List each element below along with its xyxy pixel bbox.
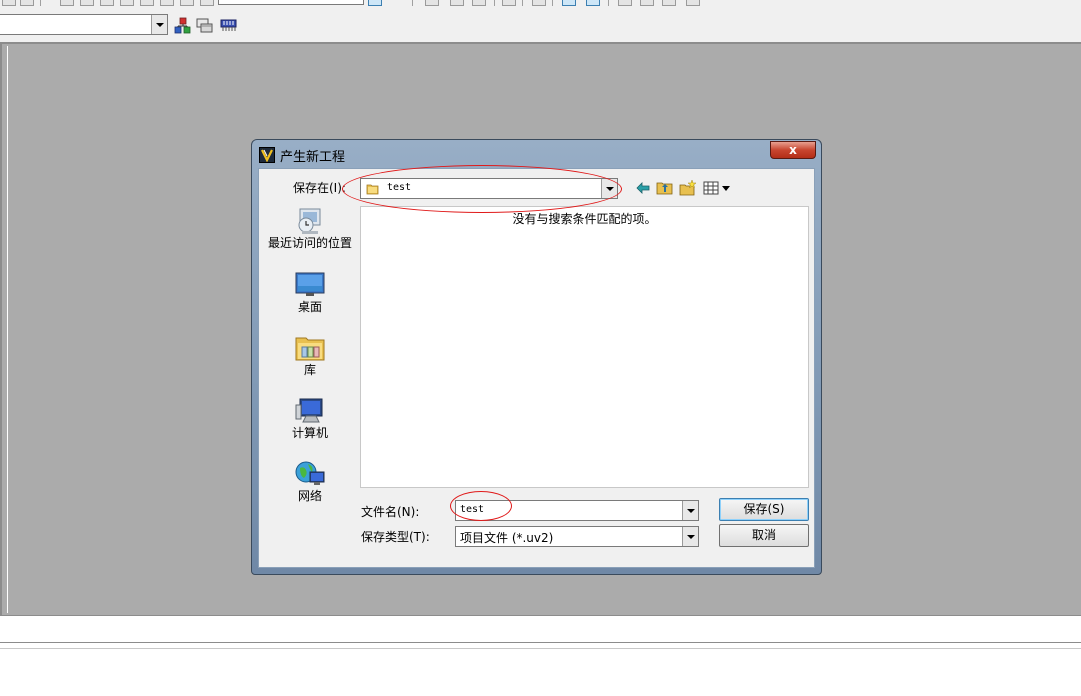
toolbar-button[interactable] (2, 0, 16, 6)
file-name-field[interactable]: test (455, 500, 699, 521)
uvision-app-icon (259, 147, 275, 163)
desktop-icon (294, 271, 326, 299)
save-in-value: test (387, 182, 412, 193)
dialog-title: 产生新工程 (280, 150, 346, 165)
chevron-down-icon (605, 186, 614, 191)
toolbar-button[interactable] (140, 0, 154, 6)
toolbar-button[interactable] (80, 0, 94, 6)
dropdown-button[interactable] (151, 15, 167, 34)
places-bar: 最近访问的位置 桌面 库 计算机 网络 (267, 205, 353, 502)
network-icon (294, 460, 326, 488)
dialog-body: 保存在(I): test 最近访问的位置 桌面 库 计算机 网络 没有与搜索条件… (258, 168, 815, 568)
close-icon: x (789, 143, 797, 157)
dialog-title-bar[interactable]: 产生新工程 x (252, 140, 821, 168)
save-type-value: 项目文件 (*.uv2) (460, 531, 554, 545)
folder-icon (366, 182, 379, 195)
toolbar-button[interactable] (160, 0, 174, 6)
toolbar-separator (40, 0, 41, 6)
toolbar-button[interactable] (686, 0, 700, 6)
save-type-label: 保存类型(T): (361, 530, 430, 544)
dropdown-button[interactable] (601, 179, 617, 198)
place-libraries[interactable]: 库 (267, 334, 353, 376)
chevron-down-icon (686, 534, 695, 539)
file-name-label: 文件名(N): (361, 505, 420, 519)
toolbar-button[interactable] (640, 0, 654, 6)
save-type-select[interactable]: 项目文件 (*.uv2) (455, 526, 699, 547)
toolbar-button[interactable] (532, 0, 546, 6)
toolbar-separator (494, 0, 495, 6)
target-select[interactable] (0, 14, 168, 35)
file-list[interactable]: 没有与搜索条件匹配的项。 (360, 206, 809, 488)
recent-places-icon (294, 207, 326, 235)
place-label: 计算机 (291, 426, 328, 440)
toolbar-button[interactable] (60, 0, 74, 6)
toolbar-button[interactable] (450, 0, 464, 6)
place-label: 桌面 (297, 300, 322, 314)
file-name-value: test (460, 504, 485, 515)
toolbar-button[interactable] (472, 0, 486, 6)
up-folder-icon[interactable] (656, 179, 674, 197)
place-label: 最近访问的位置 (267, 236, 352, 250)
toolbar-button[interactable] (425, 0, 439, 6)
cancel-button[interactable]: 取消 (719, 524, 809, 547)
find-combo[interactable] (218, 0, 364, 5)
place-computer[interactable]: 计算机 (267, 397, 353, 439)
toolbar-button[interactable] (562, 0, 576, 6)
back-arrow-icon[interactable] (634, 179, 652, 197)
dropdown-button[interactable] (682, 501, 698, 520)
chevron-down-icon (686, 508, 695, 513)
chevron-down-icon (155, 22, 164, 27)
add-file-icon[interactable] (174, 17, 192, 35)
memory-view-icon[interactable] (220, 17, 238, 35)
computer-icon (294, 397, 326, 425)
save-in-select[interactable]: test (360, 178, 618, 199)
status-bar (0, 648, 1081, 696)
main-toolbar (0, 0, 1081, 9)
toolbar-button[interactable] (180, 0, 194, 6)
toolbar-separator (552, 0, 553, 6)
toolbar-button[interactable] (662, 0, 676, 6)
toolbar-button[interactable] (120, 0, 134, 6)
toolbar-button[interactable] (502, 0, 516, 6)
toolbar-separator (522, 0, 523, 6)
place-recent[interactable]: 最近访问的位置 (267, 207, 353, 249)
place-desktop[interactable]: 桌面 (267, 271, 353, 313)
save-button[interactable]: 保存(S) (719, 498, 809, 521)
window-layout-icon[interactable] (196, 17, 214, 35)
toolbar-separator (412, 0, 413, 6)
build-toolbar (0, 9, 1081, 42)
libraries-icon (294, 334, 326, 362)
toolbar-button[interactable] (368, 0, 382, 6)
toolbar-separator (608, 0, 609, 6)
empty-message: 没有与搜索条件匹配的项。 (512, 212, 657, 226)
save-in-label: 保存在(I): (293, 181, 346, 195)
new-project-dialog: 产生新工程 x 保存在(I): test 最近访问的位置 桌面 库 计算机 网络… (251, 139, 822, 575)
dropdown-button[interactable] (682, 527, 698, 546)
find-icon[interactable] (200, 0, 214, 6)
close-button[interactable]: x (770, 141, 816, 159)
output-panel (0, 615, 1081, 643)
place-network[interactable]: 网络 (267, 460, 353, 502)
toolbar-button[interactable] (586, 0, 600, 6)
place-label: 网络 (297, 489, 322, 503)
view-menu-icon[interactable] (703, 179, 733, 197)
toolbar-button[interactable] (20, 0, 34, 6)
place-label: 库 (303, 363, 316, 377)
new-folder-icon[interactable] (679, 179, 697, 197)
toolbar-button[interactable] (100, 0, 114, 6)
toolbar-button[interactable] (618, 0, 632, 6)
